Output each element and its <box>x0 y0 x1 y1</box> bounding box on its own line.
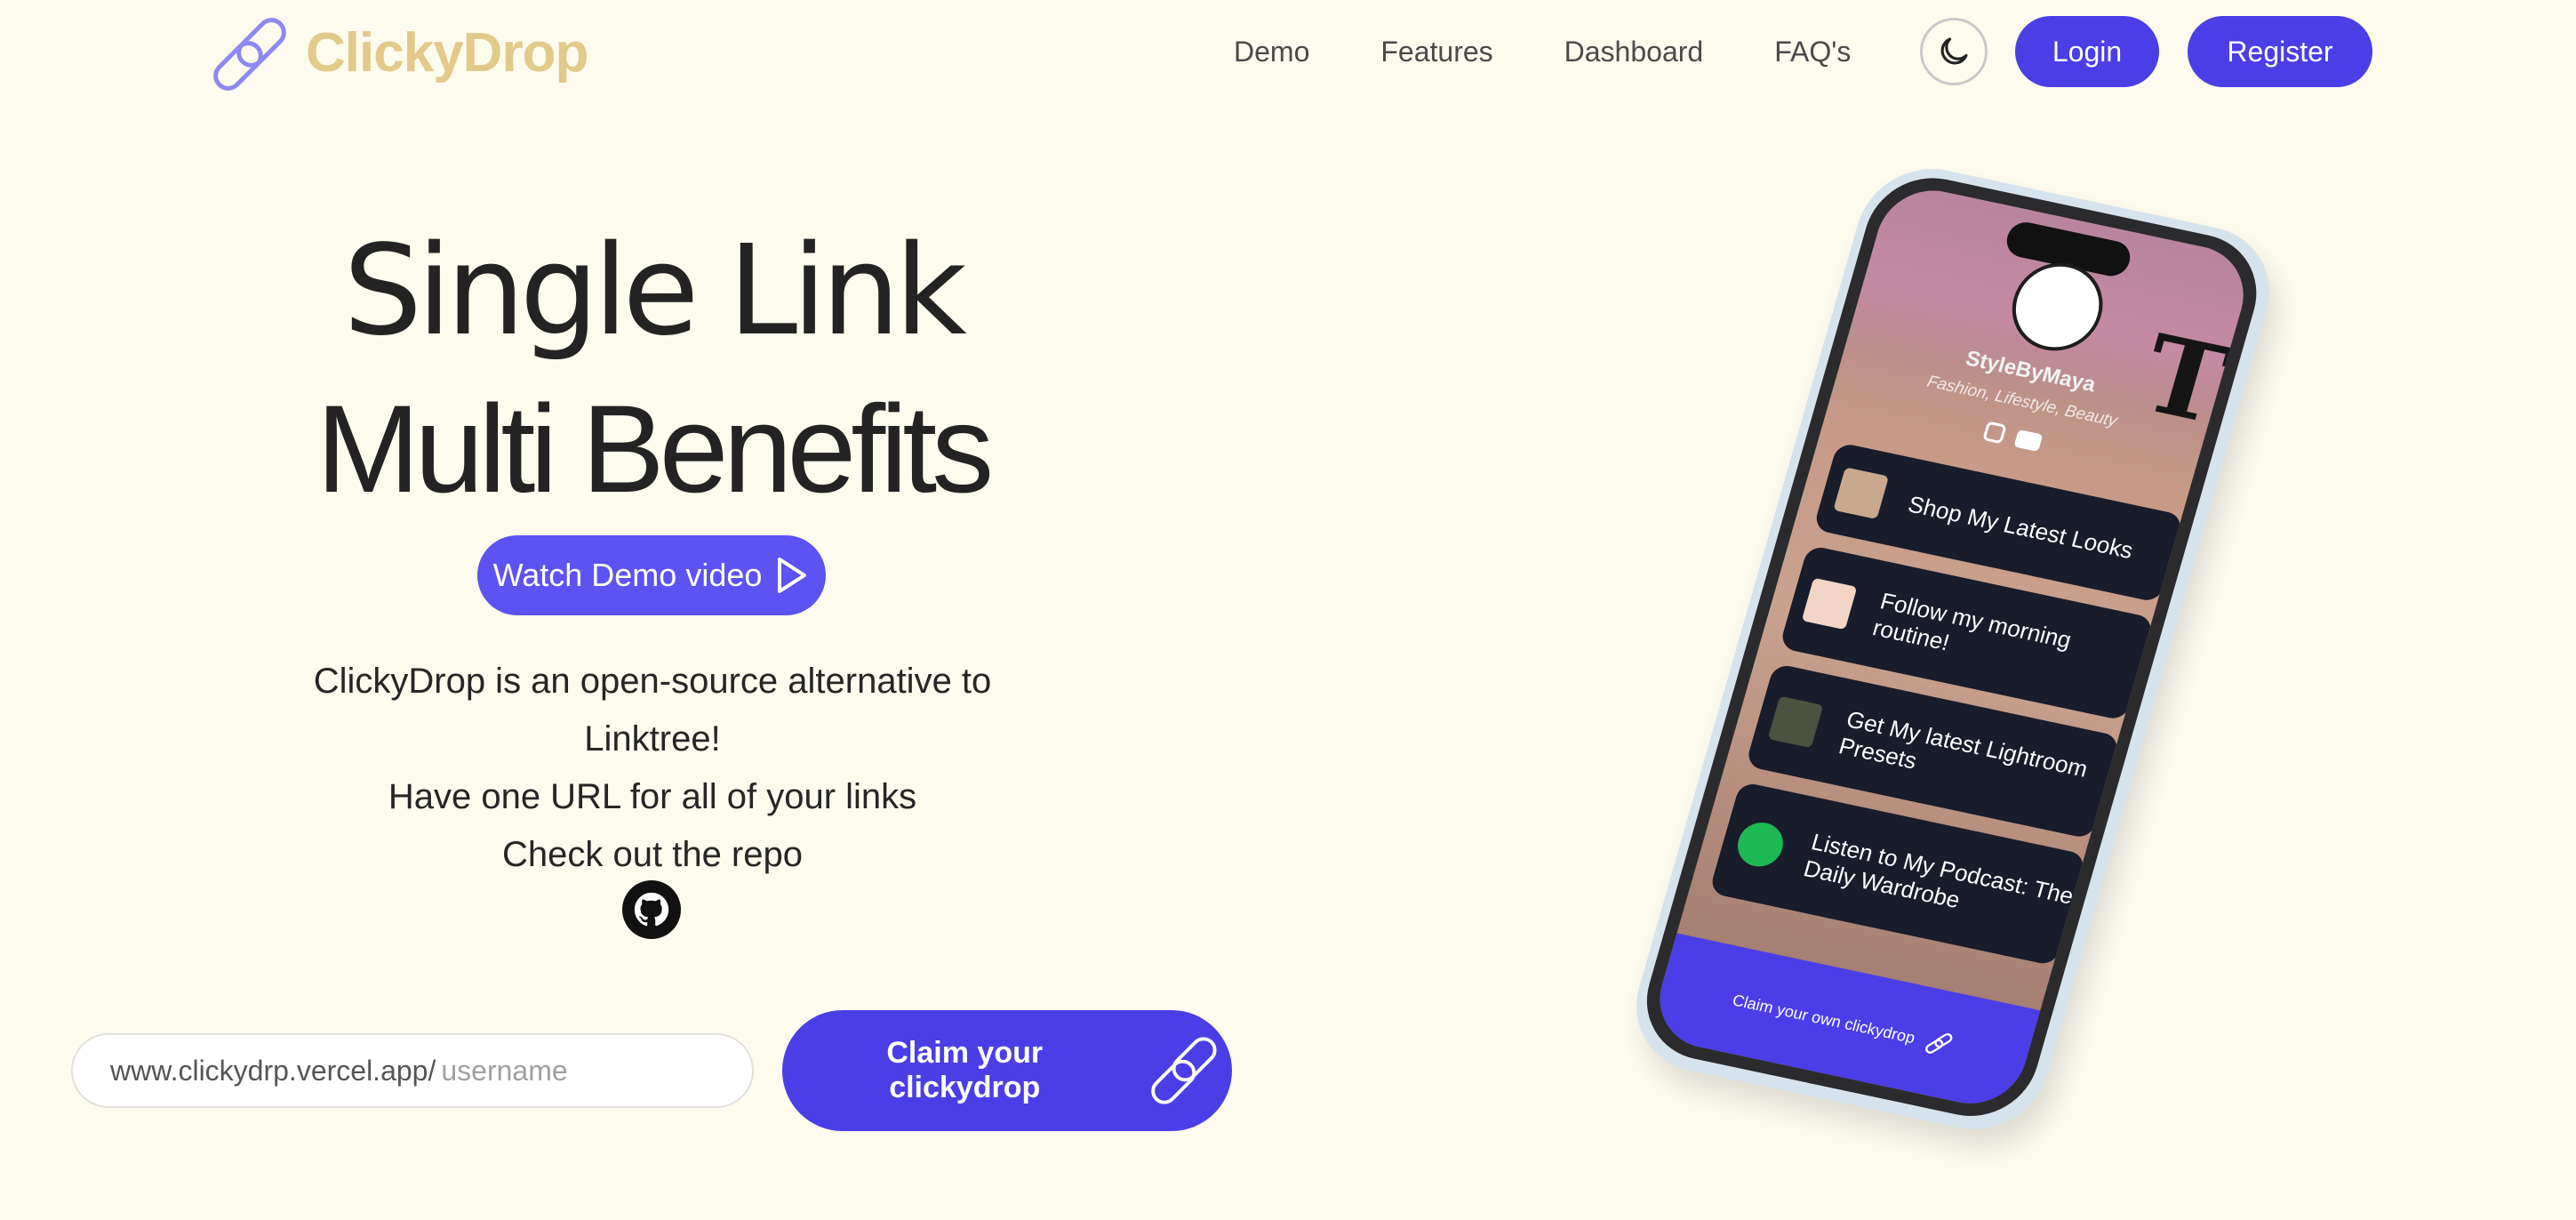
link-thumbnail <box>1833 467 1890 519</box>
social-icons <box>1982 421 2044 453</box>
github-link[interactable] <box>622 880 681 939</box>
claim-button[interactable]: Claim your clickydrop <box>782 1010 1232 1131</box>
desc-line: Have one URL for all of your links <box>388 777 917 816</box>
brand-logo[interactable]: ClickyDrop <box>210 12 588 92</box>
phone-bezel: T StyleByMaya Fashion, Lifestyle, Beauty… <box>1631 165 2272 1128</box>
top-nav: Demo Features Dashboard FAQ's <box>1234 27 1922 76</box>
youtube-icon <box>2013 429 2044 453</box>
login-button[interactable]: Login <box>2015 16 2159 87</box>
link-chain-icon <box>1151 1037 1218 1104</box>
nav-faqs[interactable]: FAQ's <box>1774 27 1851 76</box>
link-thumbnail <box>1801 577 1858 630</box>
nav-dashboard[interactable]: Dashboard <box>1564 27 1704 76</box>
hero-title-line2: Multi Benefits <box>316 379 994 518</box>
phone-claim-banner: Claim your own clickydrop <box>1647 933 2041 1113</box>
theme-toggle-button[interactable] <box>1920 18 1988 85</box>
desc-line: Linktree! <box>584 719 721 758</box>
username-input[interactable] <box>441 1054 708 1088</box>
watch-demo-button[interactable]: Watch Demo video <box>477 535 826 615</box>
link-label: Get My latest Lightroom Presets <box>1836 705 2092 783</box>
link-label: Listen to My Podcast: The Daily Wardrobe <box>1800 828 2077 914</box>
spotify-icon <box>1732 818 1788 871</box>
hero-title-line1: Single Link <box>343 219 967 364</box>
brand-name: ClickyDrop <box>306 21 588 84</box>
phone-screen: T StyleByMaya Fashion, Lifestyle, Beauty… <box>1647 181 2256 1113</box>
desc-line: Check out the repo <box>502 835 803 874</box>
hero-description: ClickyDrop is an open-source alternative… <box>267 653 1038 884</box>
instagram-icon <box>1982 421 2007 445</box>
nav-features[interactable]: Features <box>1380 27 1492 76</box>
watch-demo-label: Watch Demo video <box>492 557 763 593</box>
phone-mockup: T StyleByMaya Fashion, Lifestyle, Beauty… <box>1620 156 2286 1143</box>
claim-button-label: Claim your clickydrop <box>886 1036 1044 1104</box>
url-prefix: www.clickydrp.vercel.app/ <box>110 1054 436 1087</box>
github-icon <box>634 892 669 927</box>
link-thumbnail <box>1767 695 1824 749</box>
register-button[interactable]: Register <box>2188 16 2372 87</box>
phone-footer-label: Claim your own clickydrop <box>1730 991 1917 1047</box>
play-icon <box>778 558 807 593</box>
nav-demo[interactable]: Demo <box>1234 27 1309 76</box>
desc-line: ClickyDrop is an open-source alternative… <box>313 662 992 701</box>
link-chain-icon <box>1924 1032 1952 1054</box>
username-field[interactable]: www.clickydrp.vercel.app/ <box>71 1033 754 1108</box>
link-label: Follow my morning routine! <box>1869 587 2075 656</box>
link-label: Shop My Latest Looks <box>1905 490 2137 564</box>
link-chain-icon <box>213 18 286 91</box>
moon-icon <box>1940 37 1968 65</box>
phone-frame: T StyleByMaya Fashion, Lifestyle, Beauty… <box>1620 156 2286 1143</box>
